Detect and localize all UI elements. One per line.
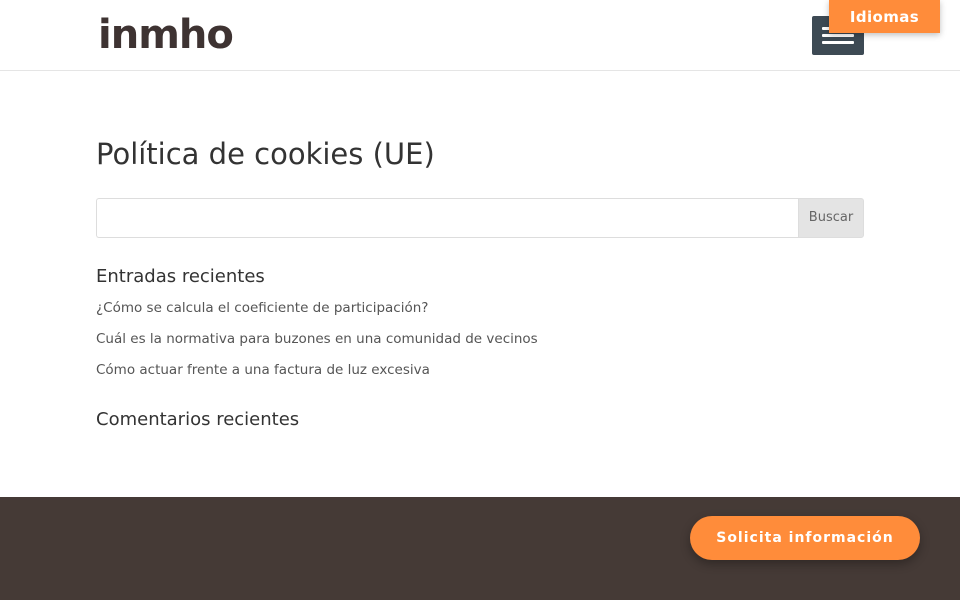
- search-input[interactable]: [96, 198, 799, 238]
- page-title: Política de cookies (UE): [96, 137, 435, 171]
- list-item: Cómo actuar frente a una factura de luz …: [96, 359, 538, 390]
- request-info-button[interactable]: Solicita información: [690, 516, 920, 560]
- list-item: Cuál es la normativa para buzones en una…: [96, 328, 538, 359]
- recent-posts-title: Entradas recientes: [96, 266, 265, 287]
- recent-post-link[interactable]: Cómo actuar frente a una factura de luz …: [96, 362, 430, 378]
- list-item: ¿Cómo se calcula el coeficiente de parti…: [96, 297, 538, 328]
- site-logo[interactable]: inmho: [98, 8, 234, 62]
- language-button[interactable]: Idiomas: [829, 0, 940, 33]
- recent-post-link[interactable]: Cuál es la normativa para buzones en una…: [96, 331, 538, 347]
- recent-post-link[interactable]: ¿Cómo se calcula el coeficiente de parti…: [96, 300, 428, 316]
- hamburger-menu-icon-bar: [822, 34, 854, 37]
- search-button[interactable]: Buscar: [798, 198, 864, 238]
- search-form: Buscar: [96, 198, 864, 238]
- hamburger-menu-icon-bar: [822, 41, 854, 44]
- recent-posts-list: ¿Cómo se calcula el coeficiente de parti…: [96, 297, 538, 390]
- site-header: inmho Idiomas: [0, 0, 960, 71]
- recent-comments-title: Comentarios recientes: [96, 409, 300, 430]
